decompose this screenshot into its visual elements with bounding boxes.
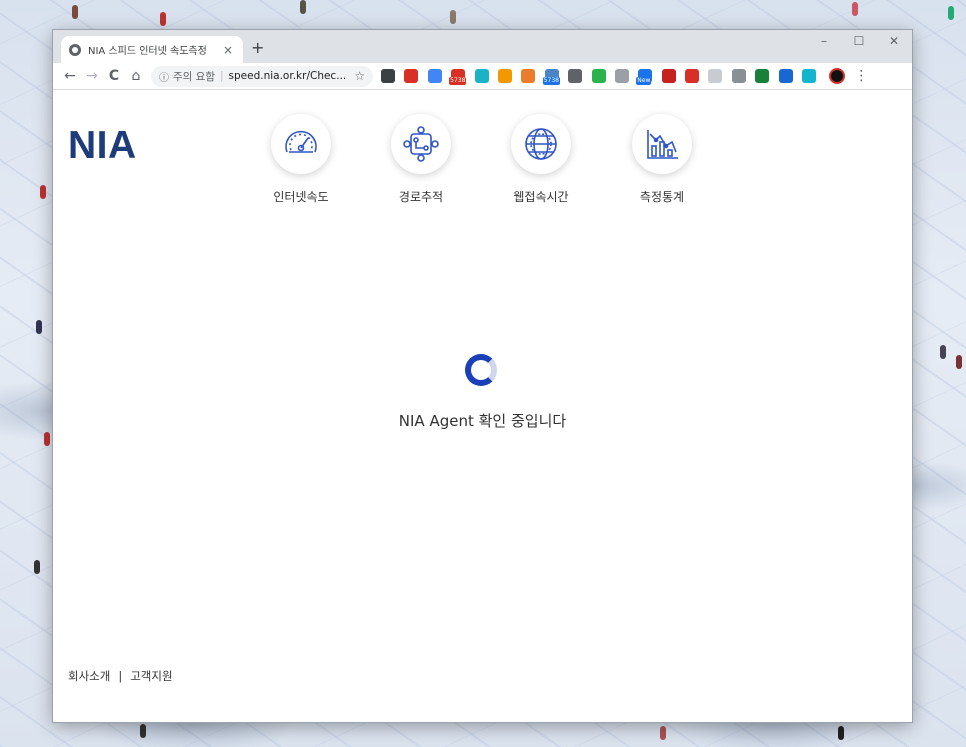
background-figure <box>956 355 962 369</box>
security-warning[interactable]: 주의 요함 <box>173 69 215 84</box>
route-icon[interactable] <box>391 114 451 174</box>
menu-statistics[interactable]: 측정통계 <box>612 114 712 205</box>
cursor-ext-icon[interactable] <box>708 69 723 83</box>
background-figure <box>36 320 42 334</box>
browser-menu-icon[interactable]: ⋮ <box>853 68 869 84</box>
info-icon[interactable]: ⓘ <box>159 69 169 84</box>
menu-label[interactable]: 웹접속시간 <box>491 188 591 205</box>
reload-button[interactable]: C <box>103 68 125 84</box>
star-icon[interactable]: ☆ <box>354 69 365 83</box>
blue-ext-icon[interactable] <box>778 69 793 83</box>
gray-ext-icon[interactable] <box>614 69 629 83</box>
gmail-ext-icon[interactable]: 5738 <box>449 69 467 85</box>
nia-logo[interactable]: NIA <box>68 124 137 168</box>
title-bar: NIA 스피드 인터넷 속도측정 × + – ☐ ✕ <box>53 30 912 63</box>
extension-badge: 5738 <box>449 77 467 85</box>
arrow-ext-icon[interactable] <box>381 69 395 83</box>
green-ext-icon[interactable] <box>755 69 770 83</box>
infinity-ext-icon[interactable] <box>802 69 817 83</box>
browser-window: NIA 스피드 인터넷 속도측정 × + – ☐ ✕ ← → C ⌂ ⓘ 주의 … <box>53 30 912 722</box>
pin-ext-icon[interactable] <box>685 69 700 83</box>
background-figure <box>44 432 50 446</box>
close-icon[interactable]: × <box>221 43 235 57</box>
gear-ext-icon[interactable] <box>474 69 489 83</box>
menu-label[interactable]: 인터넷속도 <box>251 188 351 205</box>
status-message: NIA Agent 확인 중입니다 <box>398 412 567 430</box>
new-tab-button[interactable]: + <box>251 38 264 57</box>
back-button[interactable]: ← <box>59 68 81 84</box>
menu-web-access-time[interactable]: 웹접속시간 <box>491 114 591 205</box>
support-link[interactable]: 고객지원 <box>130 668 172 684</box>
extensions-bar: 5738 5738 New <box>381 69 825 85</box>
forward-button[interactable]: → <box>81 68 103 84</box>
menu-label[interactable]: 측정통계 <box>612 188 712 205</box>
background-figure <box>160 12 166 26</box>
minimize-button[interactable]: – <box>812 34 836 48</box>
play-ext-icon[interactable] <box>661 69 676 83</box>
background-figure <box>660 726 666 740</box>
background-figure <box>450 10 456 24</box>
background-figure <box>140 724 146 738</box>
feedly-ext-icon[interactable] <box>591 69 606 83</box>
tab-title: NIA 스피드 인터넷 속도측정 <box>88 46 207 57</box>
browser-tab[interactable]: NIA 스피드 인터넷 속도측정 × <box>61 36 243 63</box>
footer-links: 회사소개 | 고객지원 <box>68 668 173 684</box>
footer-separator: | <box>118 669 123 683</box>
window-ext-icon[interactable] <box>731 69 746 83</box>
home-button[interactable]: ⌂ <box>125 68 147 84</box>
dark-ext-icon[interactable] <box>568 69 583 83</box>
extension-badge: 5738 <box>542 77 561 85</box>
background-figure <box>40 185 46 199</box>
page-content: NIA 인터넷속도 경로추적 웹접속시간 측정통계 NIA Agent 확인 중… <box>53 90 912 722</box>
address-bar[interactable]: ⓘ 주의 요함 | speed.nia.or.kr/Chec... ☆ <box>151 65 373 87</box>
about-link[interactable]: 회사소개 <box>68 668 110 684</box>
loading-spinner <box>465 354 497 386</box>
background-figure <box>948 6 954 20</box>
cloud-ext-icon[interactable]: 5738 <box>542 69 561 85</box>
menu-internet-speed[interactable]: 인터넷속도 <box>251 114 351 205</box>
background-figure <box>940 345 946 359</box>
background-figure <box>852 2 858 16</box>
statistics-icon[interactable] <box>632 114 692 174</box>
globe-icon[interactable] <box>511 114 571 174</box>
translate-ext-icon[interactable] <box>427 69 442 83</box>
speedometer-icon[interactable] <box>271 114 331 174</box>
red-ext-icon[interactable] <box>404 69 419 83</box>
profile-avatar[interactable] <box>829 68 846 84</box>
address-separator: | <box>219 70 224 82</box>
menu-route-trace[interactable]: 경로추적 <box>371 114 471 205</box>
extension-badge: New <box>636 77 652 85</box>
background-figure <box>34 560 40 574</box>
background-figure <box>72 5 78 19</box>
browser-toolbar: ← → C ⌂ ⓘ 주의 요함 | speed.nia.or.kr/Chec..… <box>53 63 912 90</box>
globe-icon <box>69 43 81 56</box>
new-ext-icon[interactable]: New <box>636 69 653 85</box>
background-figure <box>838 726 844 740</box>
maximize-button[interactable]: ☐ <box>847 34 871 48</box>
background-figure <box>300 0 306 14</box>
url-text[interactable]: speed.nia.or.kr/Chec... <box>229 70 351 82</box>
rx-ext-icon[interactable] <box>521 69 536 83</box>
close-window-button[interactable]: ✕ <box>882 34 906 48</box>
menu-label[interactable]: 경로추적 <box>371 188 471 205</box>
orange-ext-icon[interactable] <box>497 69 512 83</box>
